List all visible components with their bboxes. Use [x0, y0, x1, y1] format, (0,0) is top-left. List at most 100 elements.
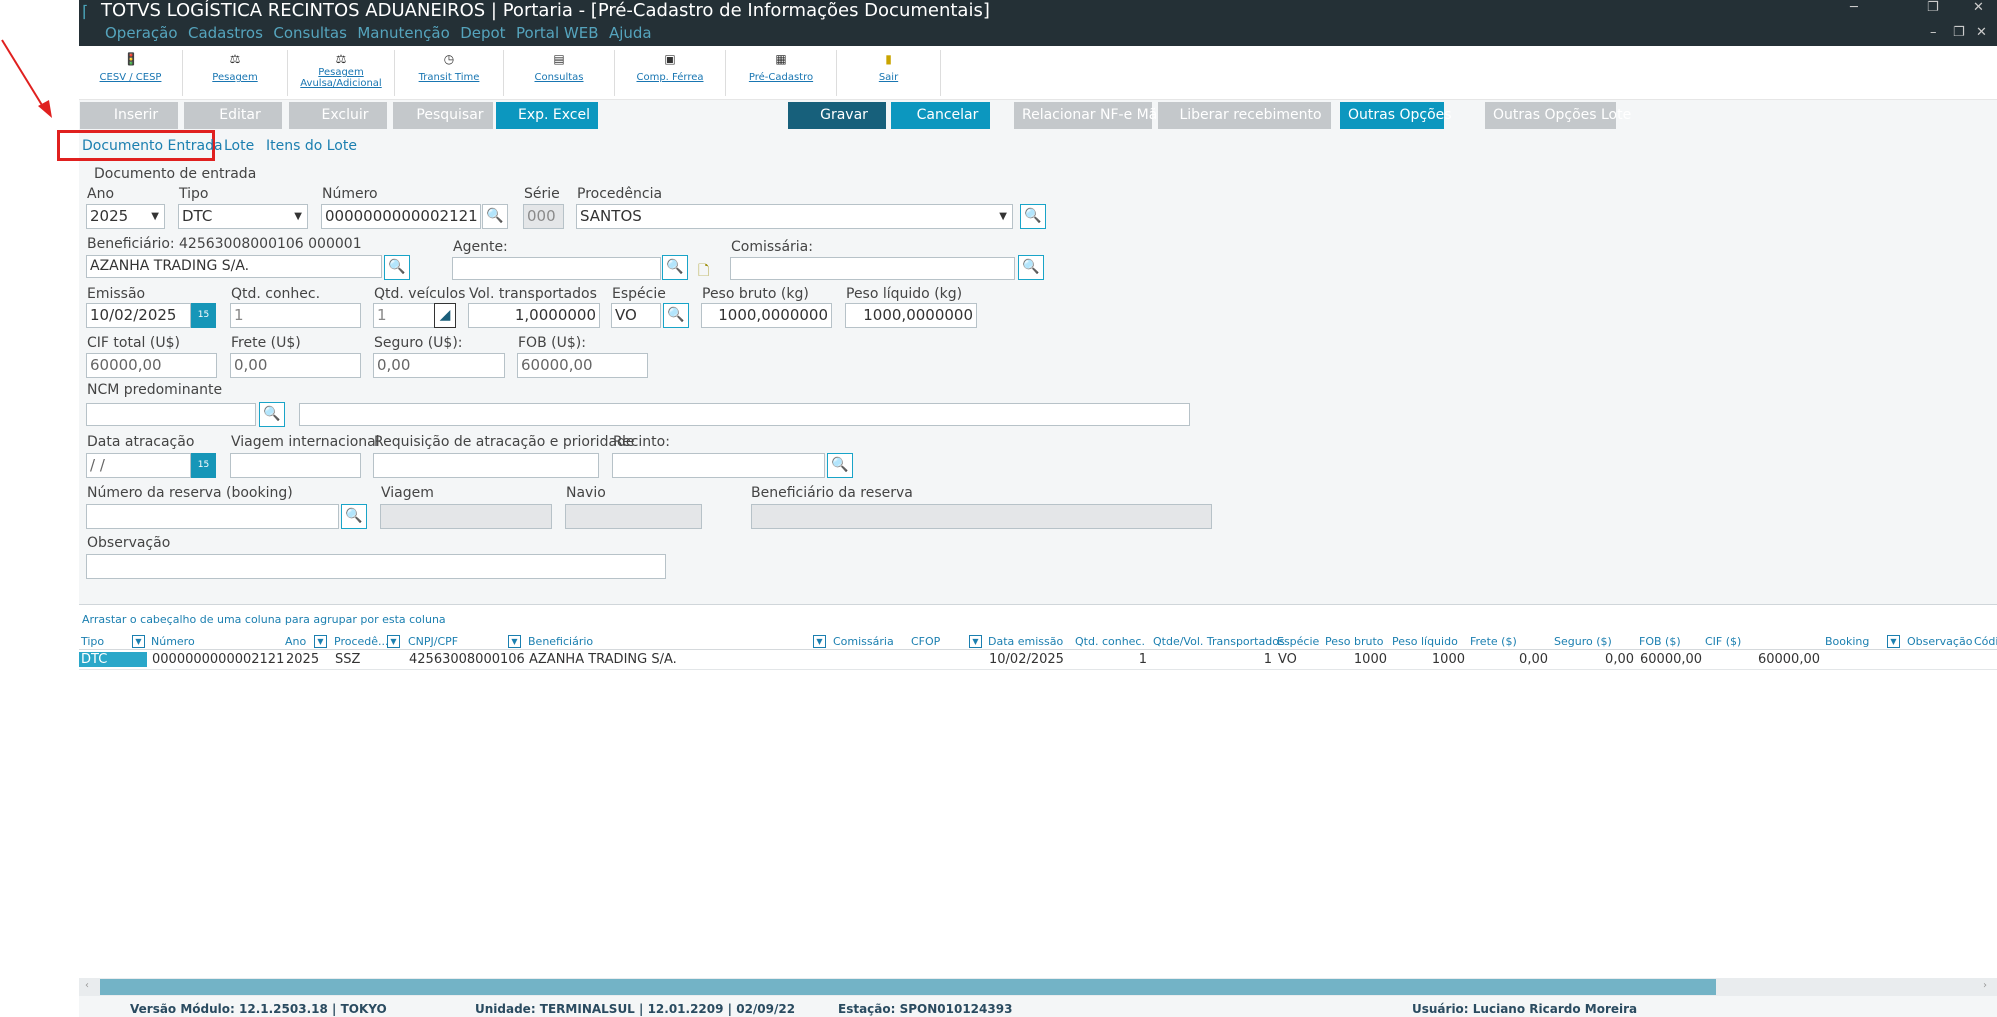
procedencia-search-button[interactable]: 🔍: [1020, 204, 1046, 229]
edit-veiculos-icon[interactable]: ◢: [434, 303, 456, 328]
cif-input[interactable]: 60000,00: [86, 353, 217, 378]
recinto-input[interactable]: [612, 453, 825, 478]
qtd-veiculos-input[interactable]: 1: [373, 303, 442, 328]
fob-input[interactable]: 60000,00: [517, 353, 648, 378]
col-qtd-conhec[interactable]: Qtd. conhec.: [1075, 635, 1145, 648]
cell-frete[interactable]: 0,00: [1470, 652, 1548, 667]
numero-input[interactable]: 0000000000002121: [321, 204, 481, 229]
minimize-button[interactable]: ─: [1850, 0, 1858, 15]
col-fob[interactable]: FOB ($): [1639, 635, 1681, 648]
serie-input[interactable]: 000: [523, 204, 564, 229]
agente-detail-icon[interactable]: 🗋: [698, 260, 709, 284]
viagem-internacional-input[interactable]: [230, 453, 361, 478]
col-booking[interactable]: Booking: [1825, 635, 1869, 648]
ano-select[interactable]: 2025 ▼: [86, 204, 165, 229]
mdi-restore-button[interactable]: ❐: [1953, 25, 1965, 40]
cell-cif[interactable]: 60000,00: [1705, 652, 1820, 667]
cell-ano[interactable]: 2025: [286, 652, 319, 667]
cell-cnpj-cpf[interactable]: 42563008000106: [409, 652, 525, 667]
vol-transportados-input[interactable]: 1,0000000: [468, 303, 600, 328]
col-data-emissao[interactable]: Data emissão: [988, 635, 1063, 648]
numero-search-button[interactable]: 🔍: [482, 204, 508, 229]
tab-documento-entrada[interactable]: Documento Entrada: [82, 138, 223, 154]
pesquisar-button[interactable]: Pesquisar: [393, 102, 493, 129]
col-qtde-vol[interactable]: Qtde/Vol. Transportados: [1153, 635, 1285, 648]
cell-fob[interactable]: 60000,00: [1640, 652, 1702, 667]
cell-seguro[interactable]: 0,00: [1554, 652, 1634, 667]
col-comissaria[interactable]: Comissária: [833, 635, 894, 648]
col-ano[interactable]: Ano: [285, 635, 306, 648]
col-beneficiario[interactable]: Beneficiário: [528, 635, 593, 648]
comissaria-search-button[interactable]: 🔍: [1018, 255, 1044, 280]
cancelar-button[interactable]: Cancelar: [891, 102, 990, 129]
toolbar-pesagem-button[interactable]: ⚖ Pesagem: [183, 50, 288, 96]
toolbar-consultas-button[interactable]: ▤ Consultas: [504, 50, 615, 96]
qtd-conhec-input[interactable]: 1: [230, 303, 361, 328]
inserir-button[interactable]: Inserir: [80, 102, 178, 129]
toolbar-cesv-cesp-button[interactable]: 🚦 CESV / CESP: [79, 50, 183, 96]
col-cif[interactable]: CIF ($): [1705, 635, 1741, 648]
col-frete[interactable]: Frete ($): [1470, 635, 1517, 648]
liberar-recebimento-button[interactable]: Liberar recebimento: [1158, 102, 1331, 129]
beneficiario-search-button[interactable]: 🔍: [384, 255, 410, 280]
data-atracacao-input[interactable]: / /: [86, 453, 191, 478]
menu-portal-web[interactable]: Portal WEB: [516, 24, 598, 42]
exp-excel-button[interactable]: Exp. Excel: [496, 102, 598, 129]
col-cnpj-cpf[interactable]: CNPJ/CPF: [408, 635, 458, 648]
agente-search-button[interactable]: 🔍: [662, 255, 688, 280]
procedencia-select[interactable]: SANTOS ▼: [576, 204, 1013, 229]
filter-icon[interactable]: ▼: [969, 635, 982, 648]
toolbar-transit-time-button[interactable]: ◷ Transit Time: [395, 50, 504, 96]
toolbar-sair-button[interactable]: ▮ Sair: [837, 50, 941, 96]
toolbar-pesagem-avulsa-button[interactable]: ⚖ Pesagem Avulsa/Adicional: [288, 50, 395, 96]
tab-lote[interactable]: Lote: [224, 138, 254, 154]
scroll-right-icon[interactable]: ›: [1983, 980, 1987, 991]
observacao-input[interactable]: [86, 554, 666, 579]
menu-operacao[interactable]: Operação: [105, 24, 178, 42]
outras-opcoes-button[interactable]: Outras Opções: [1340, 102, 1452, 129]
emissao-input[interactable]: 10/02/2025: [86, 303, 191, 328]
peso-bruto-input[interactable]: 1000,0000000: [701, 303, 832, 328]
menu-consultas[interactable]: Consultas: [273, 24, 347, 42]
filter-icon[interactable]: ▼: [132, 635, 145, 648]
comissaria-input[interactable]: [730, 257, 1015, 280]
relacionar-nfe-mae-button[interactable]: Relacionar NF-e Mãe: [1014, 102, 1166, 129]
especie-input[interactable]: VO: [611, 303, 661, 328]
toolbar-comp-ferrea-button[interactable]: ▣ Comp. Férrea: [615, 50, 726, 96]
filter-icon[interactable]: ▼: [314, 635, 327, 648]
tab-itens-do-lote[interactable]: Itens do Lote: [266, 138, 357, 154]
editar-button[interactable]: Editar: [184, 102, 282, 129]
filter-icon[interactable]: ▼: [813, 635, 826, 648]
mdi-minimize-button[interactable]: –: [1930, 25, 1937, 40]
col-cfop[interactable]: CFOP: [911, 635, 940, 648]
requisicao-input[interactable]: [373, 453, 599, 478]
restore-button[interactable]: ❐: [1927, 0, 1939, 15]
tipo-select[interactable]: DTC ▼: [178, 204, 308, 229]
scrollbar-thumb[interactable]: [100, 979, 1716, 995]
cell-especie[interactable]: VO: [1278, 652, 1297, 667]
menu-ajuda[interactable]: Ajuda: [609, 24, 652, 42]
col-tipo[interactable]: Tipo: [81, 635, 104, 648]
frete-input[interactable]: 0,00: [230, 353, 361, 378]
cell-peso-bruto[interactable]: 1000: [1325, 652, 1387, 667]
cell-peso-liquido[interactable]: 1000: [1392, 652, 1465, 667]
ncm-search-button[interactable]: 🔍: [259, 402, 285, 427]
excluir-button[interactable]: Excluir: [289, 102, 387, 129]
cell-data-emissao[interactable]: 10/02/2025: [989, 652, 1064, 667]
reserva-input[interactable]: [86, 504, 339, 529]
col-peso-liquido[interactable]: Peso líquido: [1392, 635, 1458, 648]
col-codigo[interactable]: Códi: [1974, 635, 1997, 648]
recinto-search-button[interactable]: 🔍: [827, 453, 853, 478]
cell-numero[interactable]: 0000000000002121: [152, 652, 284, 667]
seguro-input[interactable]: 0,00: [373, 353, 505, 378]
cell-beneficiario[interactable]: AZANHA TRADING S/A.: [529, 652, 677, 667]
toolbar-pre-cadastro-button[interactable]: ▦ Pré-Cadastro: [726, 50, 837, 96]
gravar-button[interactable]: Gravar: [788, 102, 886, 129]
cell-qtd-conhec[interactable]: 1: [1075, 652, 1147, 667]
col-observacao[interactable]: Observação: [1907, 635, 1972, 648]
col-procedencia[interactable]: Procedê...: [334, 635, 389, 648]
col-numero[interactable]: Número: [151, 635, 195, 648]
agente-input[interactable]: [452, 257, 661, 280]
filter-icon[interactable]: ▼: [1887, 635, 1900, 648]
reserva-search-button[interactable]: 🔍: [341, 504, 367, 529]
